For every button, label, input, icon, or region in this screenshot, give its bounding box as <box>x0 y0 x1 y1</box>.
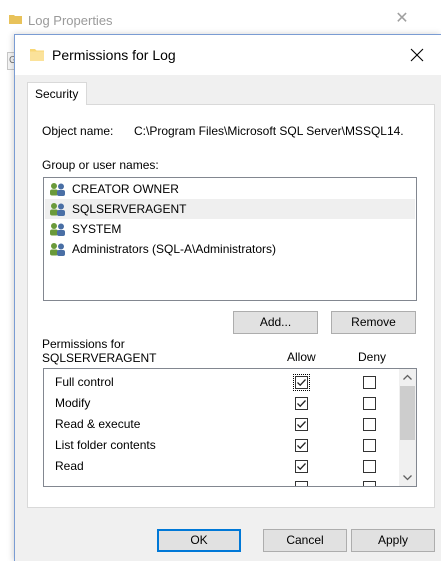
allow-checkbox[interactable] <box>295 460 308 473</box>
user-list-item[interactable]: CREATOR OWNER <box>45 179 415 199</box>
user-name: SQLSERVERAGENT <box>72 202 187 216</box>
apply-button[interactable]: Apply <box>351 529 435 552</box>
deny-checkbox[interactable] <box>363 376 376 389</box>
checkmark-icon <box>297 400 306 408</box>
object-name-label: Object name: <box>42 124 114 138</box>
user-name: Administrators (SQL-A\Administrators) <box>72 242 277 256</box>
dialog-titlebar: Permissions for Log <box>15 35 441 75</box>
allow-checkbox[interactable] <box>293 374 310 391</box>
user-name: SYSTEM <box>72 222 122 236</box>
folder-icon <box>30 49 44 61</box>
background-window-title: Log Properties <box>28 13 113 28</box>
deny-column-header: Deny <box>358 350 387 364</box>
users-icon <box>50 243 65 256</box>
user-list-item[interactable]: SYSTEM <box>45 219 415 239</box>
scroll-thumb[interactable] <box>400 386 415 440</box>
dialog-title: Permissions for Log <box>52 47 176 63</box>
permission-name: Read <box>55 459 84 473</box>
tab-security[interactable]: Security <box>27 82 87 105</box>
folder-icon <box>9 15 22 24</box>
permissions-list[interactable]: Full control Modify Read & execute List … <box>43 368 417 487</box>
permissions-scrollbar[interactable] <box>399 369 416 486</box>
permissions-for-label: Permissions for SQLSERVERAGENT <box>42 337 156 365</box>
background-window-body <box>0 38 14 561</box>
deny-checkbox[interactable] <box>363 481 376 486</box>
deny-checkbox[interactable] <box>363 439 376 452</box>
permission-row: Read & execute <box>44 414 396 435</box>
permission-name: Read & execute <box>55 417 141 431</box>
object-name-value: C:\Program Files\Microsoft SQL Server\MS… <box>134 124 404 138</box>
checkmark-icon <box>297 421 306 429</box>
allow-checkbox[interactable] <box>295 481 308 486</box>
permission-row: Full control <box>44 372 396 393</box>
group-user-names-label: Group or user names: <box>42 158 159 172</box>
permission-row: Read <box>44 456 396 477</box>
close-icon[interactable] <box>405 43 429 67</box>
background-titlebar: Log Properties ✕ <box>0 0 441 38</box>
user-list-item[interactable]: Administrators (SQL-A\Administrators) <box>45 239 415 259</box>
permissions-for-text: Permissions for <box>42 337 125 351</box>
permission-name: Modify <box>55 396 91 410</box>
users-icon <box>50 183 65 196</box>
users-icon <box>50 223 65 236</box>
allow-column-header: Allow <box>287 350 316 364</box>
background-close-icon[interactable]: ✕ <box>392 9 412 29</box>
permission-row-partial <box>44 477 396 486</box>
remove-button[interactable]: Remove <box>331 311 416 334</box>
permissions-for-user: SQLSERVERAGENT <box>42 351 157 365</box>
checkmark-icon <box>297 463 306 471</box>
users-icon <box>50 203 65 216</box>
cancel-button[interactable]: Cancel <box>263 529 347 552</box>
allow-checkbox[interactable] <box>295 418 308 431</box>
permission-row: Modify <box>44 393 396 414</box>
permission-name: List folder contents <box>55 438 156 452</box>
allow-checkbox[interactable] <box>295 439 308 452</box>
deny-checkbox[interactable] <box>363 418 376 431</box>
permission-name: Full control <box>55 375 114 389</box>
user-list[interactable]: CREATOR OWNER SQLSERVERAGENT SYSTEM Admi… <box>43 177 417 301</box>
security-tab-panel: Object name: C:\Program Files\Microsoft … <box>27 104 435 508</box>
permissions-dialog: Permissions for Log Security Object name… <box>14 34 441 561</box>
add-button[interactable]: Add... <box>233 311 318 334</box>
deny-checkbox[interactable] <box>363 460 376 473</box>
chevron-down-icon[interactable] <box>399 469 416 486</box>
allow-checkbox[interactable] <box>295 397 308 410</box>
checkmark-icon <box>297 379 306 387</box>
user-list-item-selected[interactable]: SQLSERVERAGENT <box>45 199 415 219</box>
deny-checkbox[interactable] <box>363 397 376 410</box>
ok-button[interactable]: OK <box>157 529 241 552</box>
user-name: CREATOR OWNER <box>72 182 179 196</box>
checkmark-icon <box>297 442 306 450</box>
chevron-up-icon[interactable] <box>399 369 416 386</box>
permission-row: List folder contents <box>44 435 396 456</box>
